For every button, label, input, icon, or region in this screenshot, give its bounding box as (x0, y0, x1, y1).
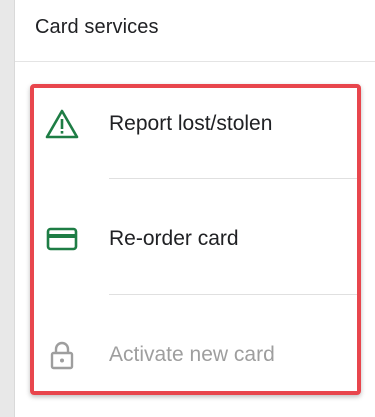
activate-new-card-item: Activate new card (33, 325, 363, 385)
credit-card-icon (46, 227, 78, 251)
re-order-card-label: Re-order card (109, 227, 239, 250)
panel-header: Card services (15, 0, 375, 62)
divider (109, 178, 361, 179)
card-services-panel: Card services Report lost/stolen Re-orde… (14, 0, 375, 417)
warning-triangle-icon (45, 109, 79, 139)
report-lost-stolen-item[interactable]: Report lost/stolen (33, 94, 363, 154)
lock-icon (50, 341, 74, 370)
section-title: Card services (35, 16, 159, 38)
divider (109, 294, 361, 295)
activate-new-card-label: Activate new card (109, 343, 275, 366)
re-order-card-item[interactable]: Re-order card (33, 209, 363, 269)
report-lost-stolen-label: Report lost/stolen (109, 112, 273, 135)
